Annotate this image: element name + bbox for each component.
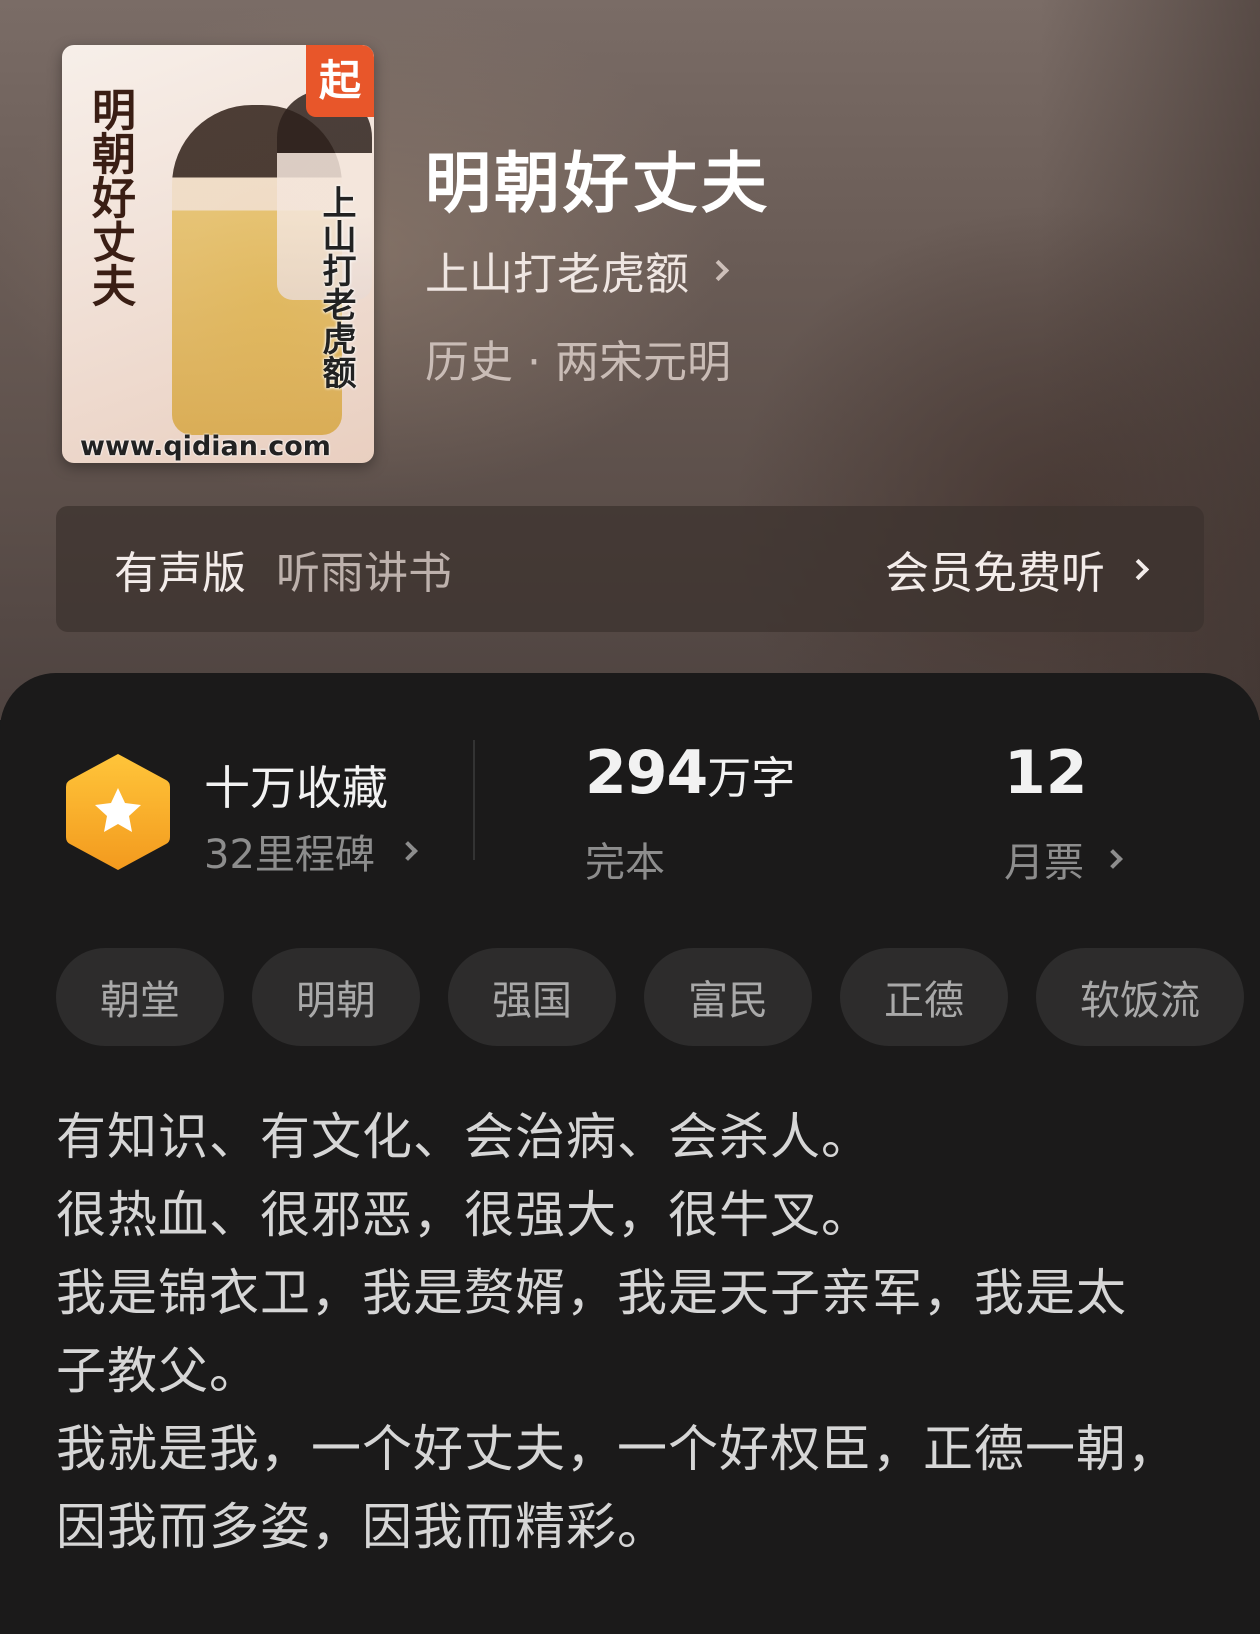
tag-chip[interactable]: 明朝 [252,948,420,1046]
member-free-listen-label: 会员免费听 [885,548,1105,599]
milestones-link[interactable]: 32里程碑 [204,822,418,880]
synopsis-line: 有知识、有文化、会治病、会杀人。 [56,1108,872,1166]
tag-chip[interactable]: 强国 [448,948,616,1046]
star-hexagon-icon [66,754,170,870]
member-free-listen-button[interactable]: 会员免费听 [885,537,1150,601]
tag-chip[interactable]: 朝堂 [56,948,224,1046]
book-genre: 历史 · 两宋元明 [425,337,731,388]
chevron-right-icon [1103,849,1123,869]
stats-divider [473,740,475,860]
author-link[interactable]: 上山打老虎额 [425,240,730,300]
book-detail-page: 明朝好丈夫 起 上山打老虎额 www.qidian.com 明朝好丈夫 上山打老… [0,0,1260,1634]
synopsis-line: 我就是我，一个好丈夫，一个好权臣，正德一朝， [56,1420,1178,1478]
audiobook-label: 有声版 [114,548,246,599]
monthly-tickets-link[interactable]: 月票 [1004,830,1123,888]
chevron-right-icon [398,841,418,861]
tag-chip[interactable]: 软饭流 [1036,948,1244,1046]
completion-status: 完本 [585,840,665,886]
word-count-number: 294 [585,738,708,808]
tag-chip[interactable]: 正德 [840,948,1008,1046]
cover-watermark-url: www.qidian.com [80,431,331,462]
monthly-tickets-count: 12 [1004,738,1088,808]
word-count: 294万字 [585,738,795,808]
chevron-right-icon [1127,558,1150,580]
audiobook-bar[interactable]: 有声版 听雨讲书 会员免费听 [56,506,1204,632]
word-count-unit: 万字 [707,753,796,804]
book-title: 明朝好丈夫 [425,144,770,222]
book-cover[interactable]: 明朝好丈夫 起 上山打老虎额 www.qidian.com [62,45,374,463]
cover-author-text: 上山打老虎额 [316,185,356,389]
synopsis-line: 我是锦衣卫，我是赘婿，我是天子亲军，我是太 [56,1264,1127,1322]
milestones-label: 32里程碑 [204,832,375,878]
synopsis-line: 很热血、很邪恶，很强大，很牛叉。 [56,1186,872,1244]
synopsis-line: 子教父。 [56,1342,260,1400]
author-name: 上山打老虎额 [425,249,689,300]
monthly-tickets-label: 月票 [1004,840,1084,886]
audiobook-narrator: 听雨讲书 [276,548,452,599]
tag-list: 朝堂 明朝 强国 富民 正德 软饭流 [56,948,1244,1046]
tag-chip[interactable]: 富民 [644,948,812,1046]
cover-title-text: 明朝好丈夫 [84,87,135,307]
cover-publisher-badge: 起 [306,45,374,117]
stats-row: 十万收藏 32里程碑 294万字 完本 12 月票 [0,730,1260,886]
book-synopsis: 有知识、有文化、会治病、会杀人。 很热血、很邪恶，很强大，很牛叉。 我是锦衣卫，… [56,1098,1206,1566]
chevron-right-icon [707,259,730,281]
synopsis-line: 因我而多姿，因我而精彩。 [56,1498,668,1556]
favorites-count: 十万收藏 [204,761,388,815]
